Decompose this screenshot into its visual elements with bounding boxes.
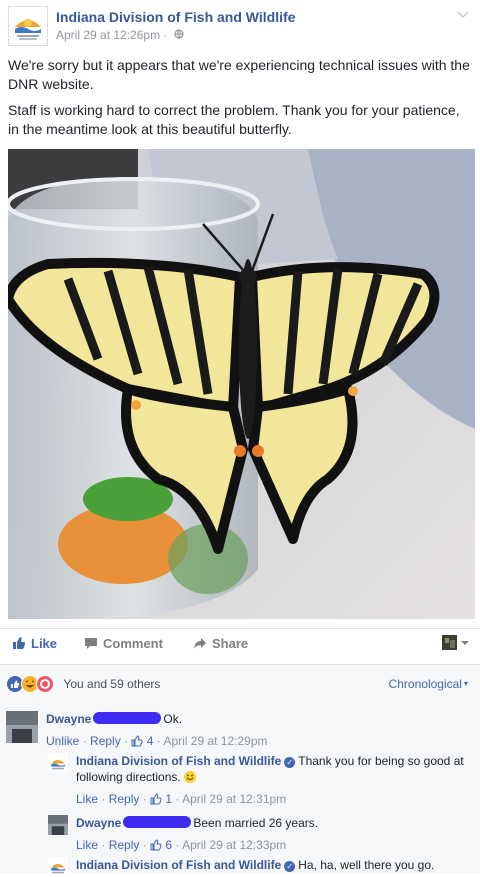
post-paragraph: Staff is working hard to correct the pro… <box>8 102 460 137</box>
post-options-chevron-icon[interactable] <box>456 8 470 22</box>
comment-like-count[interactable]: 1 <box>165 792 172 806</box>
comment-bubble-icon <box>85 638 97 649</box>
unlike-link[interactable]: Unlike <box>46 734 79 748</box>
reply-link[interactable]: Reply <box>109 792 140 806</box>
comment-text: Been married 26 years. <box>193 816 319 830</box>
share-button[interactable]: Share <box>193 636 248 651</box>
smiley-emoji-icon <box>183 771 196 783</box>
comment-author[interactable]: Dwayne <box>76 816 121 830</box>
post-text: We're sorry but it appears that we're ex… <box>8 56 472 146</box>
comment-like-count[interactable]: 6 <box>165 838 172 852</box>
reaction-count-text: You and 59 others <box>63 677 161 691</box>
reactions-summary[interactable]: You and 59 others <box>6 675 160 693</box>
comment-order-label: Chronological <box>388 677 462 691</box>
comment-meta: Like · Reply · 6 · April 29 at 12:33pm <box>76 838 287 852</box>
comment-meta: Unlike · Reply · 4 · April 29 at 12:29pm <box>46 734 268 748</box>
page-reply-avatar[interactable] <box>48 753 68 773</box>
comment-like-count[interactable]: 4 <box>147 734 154 748</box>
like-link[interactable]: Like <box>76 838 98 852</box>
caret-down-icon: ▾ <box>463 679 468 688</box>
share-arrow-icon <box>194 638 206 649</box>
verified-check-icon: ✓ <box>284 861 296 872</box>
comment-author[interactable]: Indiana Division of Fish and Wildlife <box>76 858 281 872</box>
comment-text: Ha, ha, well there you go. <box>298 858 435 872</box>
post-action-bar: Like Comment Share <box>0 628 480 659</box>
viewer-selector[interactable] <box>442 634 470 655</box>
butterfly-image <box>8 149 475 619</box>
verified-check-icon: ✓ <box>284 757 296 768</box>
redaction-mark <box>93 712 162 724</box>
comment-label: Comment <box>103 636 163 651</box>
like-label: Like <box>31 636 58 651</box>
comment-text: Ok. <box>163 712 183 726</box>
comment-author[interactable]: Dwayne <box>46 712 91 726</box>
post-paragraph: We're sorry but it appears that we're ex… <box>8 57 470 92</box>
reply-link[interactable]: Reply <box>90 734 121 748</box>
post-timestamp[interactable]: April 29 at 12:26pm <box>56 28 160 42</box>
comment-author[interactable]: Indiana Division of Fish and Wildlife <box>76 754 281 768</box>
dnr-logo-icon <box>9 7 47 45</box>
post-header: Indiana Division of Fish and Wildlife Ap… <box>8 6 472 46</box>
comment-body: Dwayne Been married 26 years. Like · Repl… <box>76 815 472 853</box>
commenter-avatar[interactable] <box>48 815 68 835</box>
comment-meta: Like · Reply · 1 · April 29 at 12:31pm <box>76 792 287 806</box>
comments-section: You and 59 others Chronological ▾ Dwayne O… <box>0 664 480 877</box>
comment-time[interactable]: April 29 at 12:29pm <box>163 734 267 748</box>
viewer-avatar-icon <box>442 635 469 650</box>
comment-time[interactable]: April 29 at 12:33pm <box>182 838 286 852</box>
comment-order-selector[interactable]: Chronological ▾ <box>389 677 468 691</box>
thumbs-up-icon <box>131 735 143 747</box>
reply-link[interactable]: Reply <box>109 838 140 852</box>
meta-separator: · <box>163 28 171 42</box>
like-button[interactable]: Like <box>12 636 57 651</box>
comment-body: Dwayne Ok. Unlike · Reply · 4 · April 29 … <box>46 711 436 749</box>
share-label: Share <box>212 636 249 651</box>
thumbs-up-icon <box>150 793 162 805</box>
butterfly-photo[interactable] <box>8 149 475 619</box>
comment-body: Indiana Division of Fish and Wildlife ✓ Ha… <box>76 857 472 873</box>
thumbs-up-icon <box>13 637 26 649</box>
page-name-link[interactable]: Indiana Division of Fish and Wildlife <box>56 9 295 25</box>
page-reply-avatar[interactable] <box>48 857 68 877</box>
page-avatar[interactable] <box>8 6 48 46</box>
commenter-avatar[interactable] <box>6 711 38 743</box>
comment-time[interactable]: April 29 at 12:31pm <box>182 792 286 806</box>
redaction-mark <box>123 816 192 828</box>
globe-icon <box>174 28 184 42</box>
comment-body: Indiana Division of Fish and Wildlife ✓ Th… <box>76 753 472 807</box>
thumbs-up-icon <box>150 839 162 851</box>
like-link[interactable]: Like <box>76 792 98 806</box>
comment-button[interactable]: Comment <box>84 636 163 651</box>
post-meta: April 29 at 12:26pm · <box>56 28 184 42</box>
love-reaction-icon <box>36 675 54 693</box>
